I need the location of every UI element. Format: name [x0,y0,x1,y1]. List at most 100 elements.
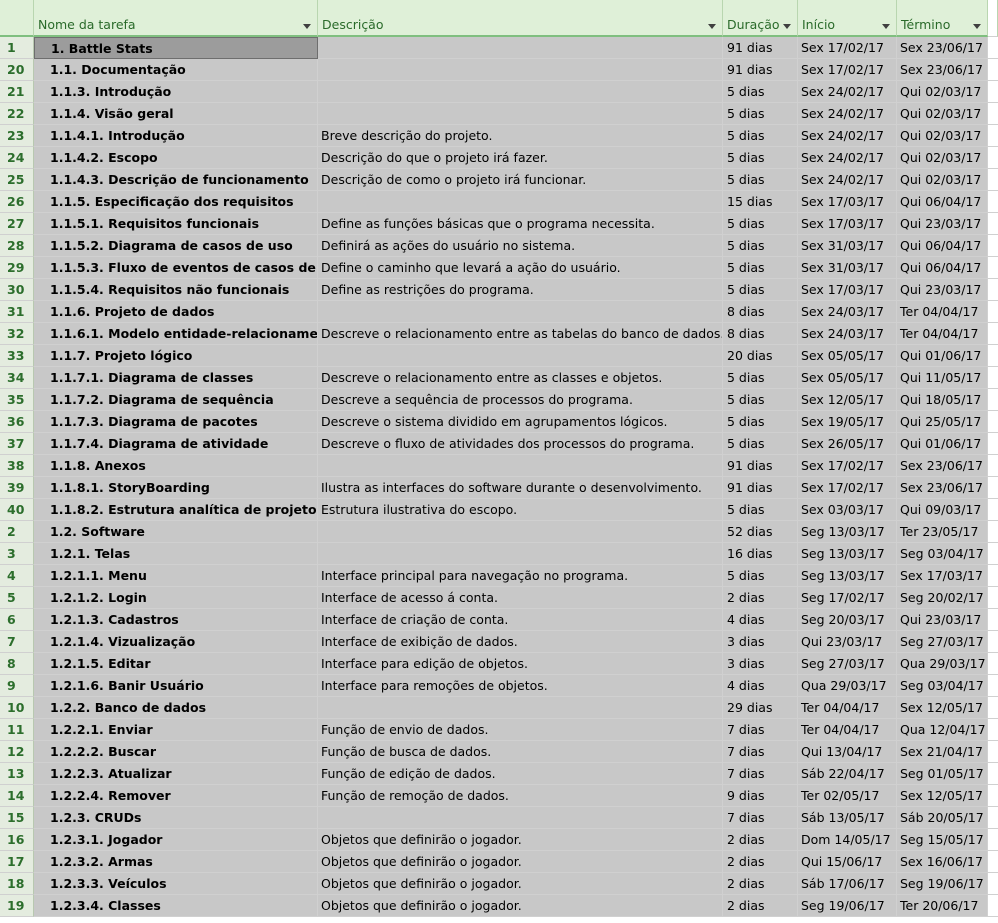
duration-cell[interactable]: 5 dias [723,103,798,125]
finish-cell[interactable]: Qui 02/03/17 [897,103,988,125]
duration-cell[interactable]: 5 dias [723,433,798,455]
start-cell[interactable]: Sex 24/02/17 [798,125,897,147]
finish-cell[interactable]: Sex 23/06/17 [897,455,988,477]
row-number[interactable]: 7 [0,631,34,653]
start-cell[interactable]: Sex 24/03/17 [798,301,897,323]
task-name-cell[interactable]: 1.1.4.2. Escopo [34,147,318,169]
row-number[interactable]: 19 [0,895,34,917]
row-number[interactable]: 2 [0,521,34,543]
task-name-cell[interactable]: 1.2.1.2. Login [34,587,318,609]
finish-cell[interactable]: Sex 12/05/17 [897,785,988,807]
finish-cell[interactable]: Seg 01/05/17 [897,763,988,785]
row-number[interactable]: 4 [0,565,34,587]
task-name-cell[interactable]: 1.2.1.3. Cadastros [34,609,318,631]
row-number[interactable]: 40 [0,499,34,521]
start-cell[interactable]: Sex 03/03/17 [798,499,897,521]
start-cell[interactable]: Seg 13/03/17 [798,543,897,565]
finish-cell[interactable]: Sex 21/04/17 [897,741,988,763]
duration-cell[interactable]: 3 dias [723,631,798,653]
description-cell[interactable] [318,345,723,367]
row-number[interactable]: 9 [0,675,34,697]
start-cell[interactable]: Sex 17/02/17 [798,477,897,499]
start-cell[interactable]: Sex 17/02/17 [798,455,897,477]
description-cell[interactable]: Descreve o sistema dividido em agrupamen… [318,411,723,433]
row-number[interactable]: 24 [0,147,34,169]
start-cell[interactable]: Sex 05/05/17 [798,367,897,389]
start-cell[interactable]: Sex 05/05/17 [798,345,897,367]
row-number[interactable]: 26 [0,191,34,213]
table-row[interactable]: 26 1.1.5. Especificação dos requisitos 15 … [0,191,998,213]
chevron-down-icon[interactable] [708,24,716,29]
description-cell[interactable]: Interface principal para navegação no pr… [318,565,723,587]
table-row[interactable]: 39 1.1.8.1. StoryBoarding Ilustra as inter… [0,477,998,499]
duration-cell[interactable]: 5 dias [723,367,798,389]
column-header-name[interactable]: Nome da tarefa [34,0,318,37]
start-cell[interactable]: Sáb 13/05/17 [798,807,897,829]
table-row[interactable]: 20 1.1. Documentação 91 dias Sex 17/02/17 Se… [0,59,998,81]
description-cell[interactable]: Objetos que definirão o jogador. [318,829,723,851]
duration-cell[interactable]: 8 dias [723,301,798,323]
description-cell[interactable] [318,455,723,477]
start-cell[interactable]: Sex 17/02/17 [798,59,897,81]
start-cell[interactable]: Sex 24/03/17 [798,323,897,345]
task-name-cell[interactable]: 1.1.7.3. Diagrama de pacotes [34,411,318,433]
finish-cell[interactable]: Ter 20/06/17 [897,895,988,917]
row-number[interactable]: 11 [0,719,34,741]
finish-cell[interactable]: Seg 03/04/17 [897,543,988,565]
row-number[interactable]: 20 [0,59,34,81]
task-name-cell[interactable]: 1.1.3. Introdução [34,81,318,103]
table-row[interactable]: 10 1.2.2. Banco de dados 29 dias Ter 04/04/… [0,697,998,719]
start-cell[interactable]: Sex 31/03/17 [798,235,897,257]
duration-cell[interactable]: 4 dias [723,609,798,631]
task-name-cell[interactable]: 1.1.6.1. Modelo entidade-relacionamento [34,323,318,345]
duration-cell[interactable]: 91 dias [723,59,798,81]
description-cell[interactable] [318,59,723,81]
row-number[interactable]: 12 [0,741,34,763]
task-name-cell[interactable]: 1.1.8. Anexos [34,455,318,477]
task-name-cell[interactable]: 1.2.3. CRUDs [34,807,318,829]
task-name-cell[interactable]: 1.1.5.4. Requisitos não funcionais [34,279,318,301]
description-cell[interactable] [318,37,723,59]
duration-cell[interactable]: 5 dias [723,147,798,169]
duration-cell[interactable]: 7 dias [723,763,798,785]
duration-cell[interactable]: 4 dias [723,675,798,697]
start-cell[interactable]: Sex 17/03/17 [798,191,897,213]
description-cell[interactable]: Objetos que definirão o jogador. [318,895,723,917]
table-row[interactable]: 6 1.2.1.3. Cadastros Interface de criação … [0,609,998,631]
row-number[interactable]: 38 [0,455,34,477]
duration-cell[interactable]: 9 dias [723,785,798,807]
column-header-description[interactable]: Descrição [318,0,723,37]
task-name-cell[interactable]: 1.2.3.2. Armas [34,851,318,873]
description-cell[interactable]: Descreve o fluxo de atividades dos proce… [318,433,723,455]
start-cell[interactable]: Qui 15/06/17 [798,851,897,873]
duration-cell[interactable]: 5 dias [723,565,798,587]
table-row[interactable]: 36 1.1.7.3. Diagrama de pacotes Descreve o… [0,411,998,433]
table-row[interactable]: 1 1. Battle Stats 91 dias Sex 17/02/17 Sex 2… [0,37,998,59]
start-cell[interactable]: Sex 24/02/17 [798,81,897,103]
description-cell[interactable]: Função de busca de dados. [318,741,723,763]
task-name-cell[interactable]: 1.1.7.4. Diagrama de atividade [34,433,318,455]
start-cell[interactable]: Dom 14/05/17 [798,829,897,851]
description-cell[interactable]: Descreve a sequência de processos do pro… [318,389,723,411]
start-cell[interactable]: Sex 31/03/17 [798,257,897,279]
start-cell[interactable]: Qua 29/03/17 [798,675,897,697]
task-name-cell[interactable]: 1.2.1.6. Banir Usuário [34,675,318,697]
finish-cell[interactable]: Qui 23/03/17 [897,213,988,235]
description-cell[interactable]: Interface de criação de conta. [318,609,723,631]
duration-cell[interactable]: 2 dias [723,895,798,917]
start-cell[interactable]: Sáb 22/04/17 [798,763,897,785]
duration-cell[interactable]: 2 dias [723,829,798,851]
row-number[interactable]: 36 [0,411,34,433]
table-row[interactable]: 28 1.1.5.2. Diagrama de casos de uso Defin… [0,235,998,257]
chevron-down-icon[interactable] [783,24,791,29]
duration-cell[interactable]: 5 dias [723,169,798,191]
finish-cell[interactable]: Seg 27/03/17 [897,631,988,653]
task-name-cell[interactable]: 1.1.4. Visão geral [34,103,318,125]
row-number[interactable]: 32 [0,323,34,345]
column-header-start[interactable]: Início [798,0,897,37]
task-name-cell[interactable]: 1.1.4.1. Introdução [34,125,318,147]
duration-cell[interactable]: 5 dias [723,499,798,521]
table-row[interactable]: 29 1.1.5.3. Fluxo de eventos de casos de … [0,257,998,279]
row-number[interactable]: 3 [0,543,34,565]
table-row[interactable]: 19 1.2.3.4. Classes Objetos que definirão … [0,895,998,917]
